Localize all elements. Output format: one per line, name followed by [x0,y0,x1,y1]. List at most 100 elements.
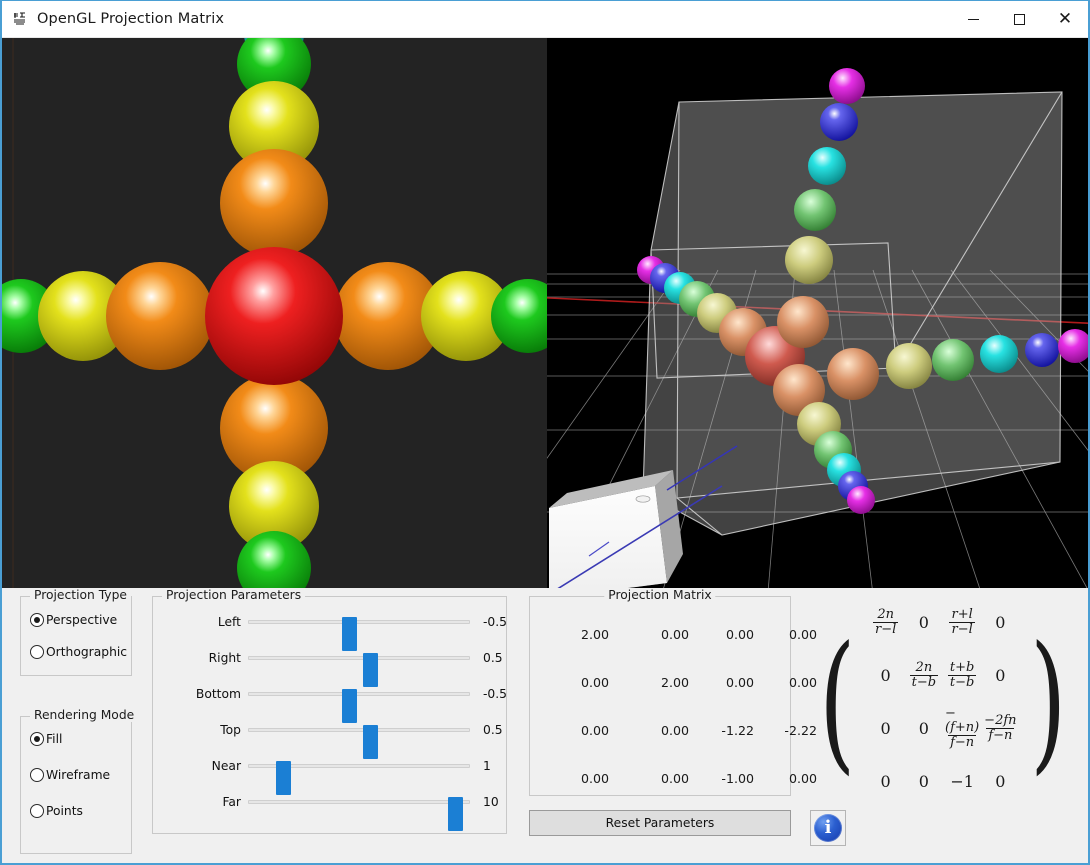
slider-row-bottom: Bottom -0.5 [153,681,507,723]
minimize-button[interactable] [950,1,996,38]
radio-points-label: Points [46,804,83,818]
slider-label-right: Right [208,651,241,665]
slider-track-bottom[interactable] [248,689,470,723]
symbolic-cell-2-2: −(f+n) f−n [945,705,980,751]
matrix-cell-0-2: 0.00 [725,627,754,642]
radio-perspective-indicator[interactable] [30,613,44,627]
symbolic-cell-1-1: 2n t−b [909,659,939,690]
radio-fill-label: Fill [46,732,63,746]
matrix-cell-1-1: 2.00 [660,675,689,690]
symbolic-cell-1-0: 0 [880,666,891,685]
matrix-cell-1-0: 0.00 [580,675,609,690]
radio-wireframe-indicator[interactable] [30,768,44,782]
radio-perspective[interactable]: Perspective [30,613,117,627]
slider-row-left: Left -0.5 [153,609,507,651]
matrix-cell-0-0: 2.00 [580,627,609,642]
matrix-cell-1-2: 0.00 [725,675,754,690]
slider-track-far[interactable] [248,797,470,831]
title-bar: OpenGL Projection Matrix ✕ [2,1,1088,38]
slider-value-top: 0.5 [483,723,503,737]
slider-row-top: Top 0.5 [153,717,506,759]
radio-fill[interactable]: Fill [30,732,62,746]
radio-orthographic[interactable]: Orthographic [30,645,127,659]
right-paren-icon: ) [1030,614,1067,789]
info-button[interactable]: i [810,810,846,846]
symbolic-cell-3-2: −1 [950,772,974,791]
reset-parameters-button[interactable]: Reset Parameters [529,810,791,836]
slider-label-left: Left [217,615,241,629]
left-paren-icon: ( [819,614,856,789]
matrix-cell-2-1: 0.00 [660,723,689,738]
slider-label-far: Far [222,795,241,809]
radio-points-indicator[interactable] [30,804,44,818]
symbolic-cell-3-1: 0 [918,772,929,791]
slider-handle-far[interactable] [448,797,463,831]
slider-track-right[interactable] [248,653,470,687]
radio-points[interactable]: Points [30,804,83,818]
radio-orthographic-label: Orthographic [46,645,128,659]
slider-value-bottom: -0.5 [483,687,507,701]
clip-space-viewport[interactable] [2,38,547,588]
matrix-cell-0-1: 0.00 [660,627,689,642]
radio-wireframe[interactable]: Wireframe [30,768,110,782]
rendering-mode-legend: Rendering Mode [30,708,139,722]
minimize-icon [967,19,979,20]
slider-value-far: 10 [483,795,499,809]
slider-row-right: Right 0.5 [153,645,506,687]
symbolic-cell-3-0: 0 [880,772,891,791]
maximize-icon [1013,14,1025,25]
slider-row-near: Near 1 [153,753,506,795]
close-icon: ✕ [1057,9,1073,29]
app-icon [11,10,29,28]
symbolic-matrix-grid: 2n r−l 0 r+l r−l 0 0 2n t−b t+b t−b 0 0 0 −(f+n) f−n −2f… [867,596,1020,808]
symbolic-cell-3-3: 0 [995,772,1006,791]
symbolic-cell-0-0: 2n r−l [873,606,899,637]
symbolic-cell-0-3: 0 [995,613,1006,632]
matrix-cell-2-0: 0.00 [580,723,609,738]
slider-value-right: 0.5 [483,651,503,665]
symbolic-cell-0-2: r+l r−l [949,606,975,637]
projection-type-group: Projection Type Perspective Orthographic [20,588,132,676]
projection-parameters-legend: Projection Parameters [162,588,306,602]
reset-parameters-label: Reset Parameters [605,816,715,830]
controls-panel: Projection Type Perspective Orthographic… [2,588,1088,863]
slider-value-near: 1 [483,759,491,773]
symbolic-projection-matrix: ( 2n r−l 0 r+l r−l 0 0 2n t−b t+b t−b 0 0 0 −(f+n) f−n −… [808,596,1078,808]
world-space-canvas [547,38,1088,588]
matrix-cell-2-2: -1.22 [721,723,754,738]
symbolic-cell-2-0: 0 [880,719,891,738]
info-icon: i [814,814,842,842]
window-title: OpenGL Projection Matrix [37,11,225,27]
matrix-cell-3-1: 0.00 [660,771,689,786]
world-space-viewport[interactable] [547,38,1088,588]
slider-track-left[interactable] [248,617,470,651]
viewport-container [2,38,1088,588]
slider-list: Left -0.5 Right 0.5 Bottom -0.5 Top 0.5 Near 1 Far… [153,609,507,831]
app-window: OpenGL Projection Matrix ✕ Projection Ty… [0,0,1090,865]
slider-track-top[interactable] [248,725,470,759]
symbolic-cell-2-1: 0 [918,719,929,738]
window-controls: ✕ [950,1,1088,38]
symbolic-cell-0-1: 0 [918,613,929,632]
projection-type-legend: Projection Type [30,588,131,602]
slider-label-bottom: Bottom [195,687,241,701]
projection-parameters-group: Projection Parameters Left -0.5 Right 0.5 Bo… [152,588,507,834]
radio-orthographic-indicator[interactable] [30,645,44,659]
matrix-cell-3-2: -1.00 [721,771,754,786]
projection-matrix-group: Projection Matrix 2.00 0.00 0.00 0.00 0.00 2.… [529,588,817,796]
symbolic-cell-1-2: t+b t−b [947,659,977,690]
matrix-cell-3-0: 0.00 [580,771,609,786]
radio-perspective-label: Perspective [46,613,118,627]
radio-fill-indicator[interactable] [30,732,44,746]
matrix-grid: 2.00 0.00 0.00 0.00 0.00 2.00 0.00 0.00 0.00 0.00… [530,597,817,795]
slider-label-near: Near [211,759,241,773]
close-button[interactable]: ✕ [1042,1,1088,38]
clip-space-canvas [2,38,547,588]
symbolic-cell-2-3: −2fn f−n [984,712,1017,743]
radio-wireframe-label: Wireframe [46,768,111,782]
slider-label-top: Top [220,723,241,737]
slider-row-far: Far 10 [153,789,506,831]
slider-track-near[interactable] [248,761,470,795]
symbolic-cell-1-3: 0 [995,666,1006,685]
maximize-button[interactable] [996,1,1042,38]
